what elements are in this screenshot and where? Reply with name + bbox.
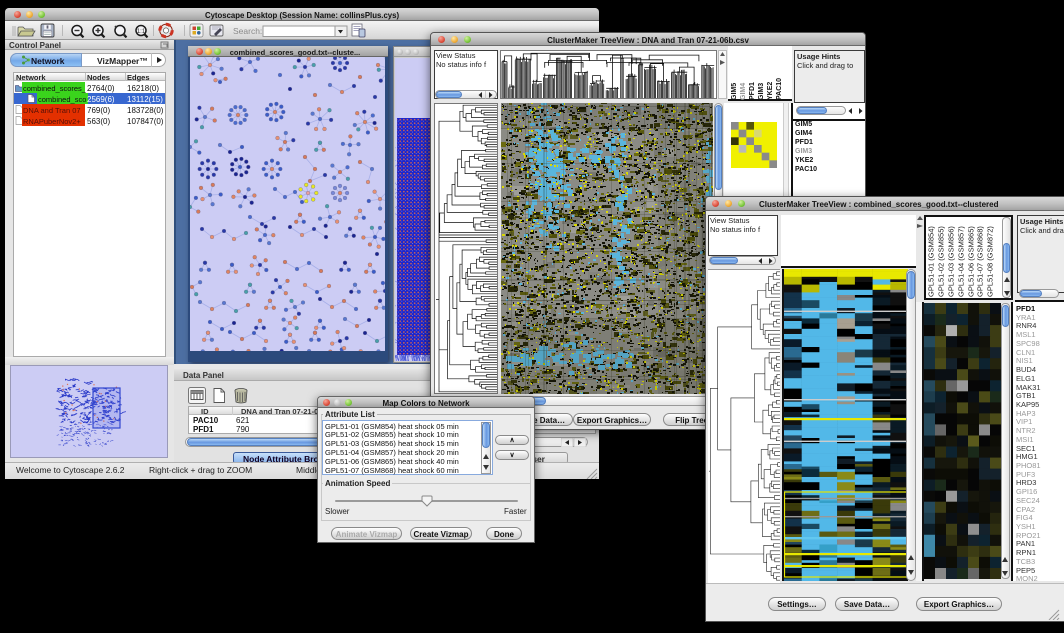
svg-text:1:1: 1:1 [137,29,146,35]
svg-text:Search:: Search: [233,26,262,36]
